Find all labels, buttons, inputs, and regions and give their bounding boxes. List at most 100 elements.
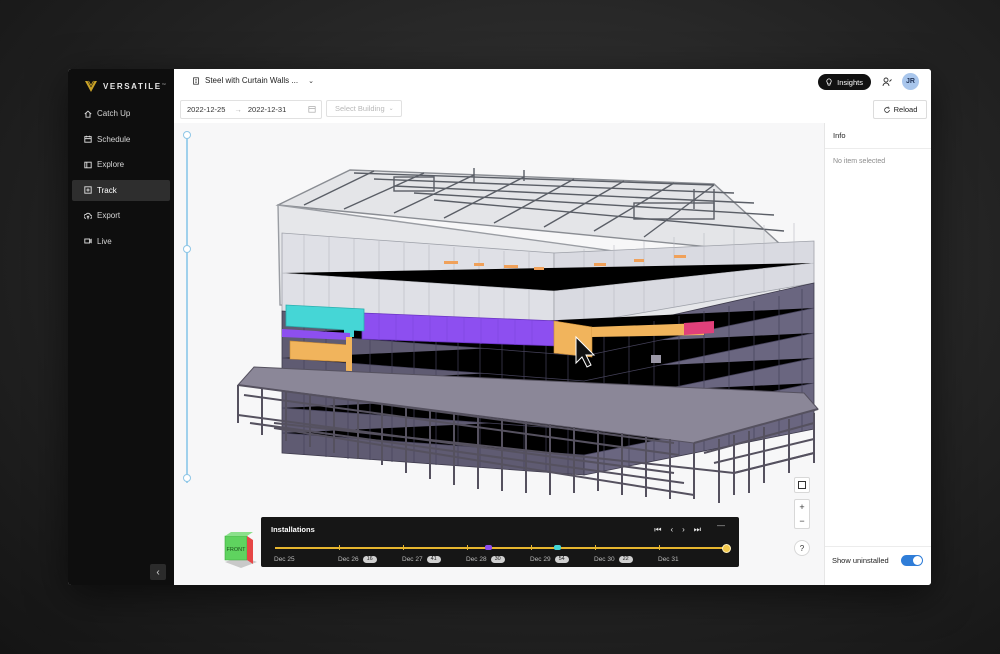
day-count-badge: 16 bbox=[362, 556, 377, 563]
track-icon bbox=[84, 186, 92, 194]
day-label[interactable]: Dec 30 22 bbox=[594, 556, 633, 563]
day-label[interactable]: Dec 28 30 bbox=[466, 556, 505, 563]
show-uninstalled-row: Show uninstalled bbox=[825, 546, 931, 571]
chevron-left-icon: ‹ bbox=[156, 566, 160, 578]
zoom-in-button[interactable]: + bbox=[794, 499, 810, 515]
day-date: Dec 28 bbox=[466, 556, 487, 563]
day-count-badge: 54 bbox=[554, 556, 569, 563]
sidebar-item-label: Track bbox=[97, 185, 117, 195]
day-date: Dec 25 bbox=[274, 556, 295, 563]
fit-view-icon bbox=[798, 481, 806, 489]
brand-logo[interactable]: VERSATILE ™ bbox=[84, 76, 166, 96]
sidebar-item-catch-up[interactable]: Catch Up bbox=[72, 103, 170, 124]
day-date: Dec 29 bbox=[530, 556, 551, 563]
day-date: Dec 26 bbox=[338, 556, 359, 563]
skip-forward-icon[interactable]: ⏭ bbox=[694, 525, 701, 535]
day-label[interactable]: Dec 31 bbox=[658, 556, 679, 563]
orange-installed-column[interactable] bbox=[346, 337, 352, 373]
chevron-left-icon[interactable]: ‹ bbox=[670, 525, 673, 535]
day-date: Dec 30 bbox=[594, 556, 615, 563]
sidebar-item-label: Catch Up bbox=[97, 109, 131, 118]
installations-panel: Installations — ⏮ ‹ › ⏭ Dec 25 Dec 26 16… bbox=[261, 517, 739, 567]
day-tick bbox=[659, 545, 660, 550]
day-tick bbox=[339, 545, 340, 550]
info-panel: Info No item selected Show uninstalled bbox=[824, 123, 931, 585]
plus-icon: + bbox=[799, 502, 805, 512]
building-select[interactable]: Select Building ⌄ bbox=[326, 100, 402, 117]
sidebar-collapse-button[interactable]: ‹ bbox=[150, 564, 166, 580]
installations-title: Installations bbox=[271, 525, 315, 534]
orange-installed-panel[interactable] bbox=[289, 340, 351, 363]
calendar-icon bbox=[308, 106, 316, 113]
project-name: Steel with Curtain Walls ... bbox=[205, 76, 299, 85]
avatar-initials: JR bbox=[906, 78, 915, 85]
chevron-right-icon[interactable]: › bbox=[682, 525, 685, 535]
project-selector[interactable]: Steel with Curtain Walls ... ⌄ bbox=[192, 76, 314, 85]
arrow-right-icon: → bbox=[234, 105, 242, 114]
gray-detail bbox=[651, 355, 661, 363]
reload-button[interactable]: Reload bbox=[873, 100, 927, 119]
start-date: 2022-12-25 bbox=[187, 105, 226, 114]
sidebar-item-label: Export bbox=[97, 211, 121, 220]
timeline-playhead[interactable] bbox=[722, 544, 731, 553]
sidebar-item-live[interactable]: Live bbox=[72, 231, 170, 252]
insights-label: Insights bbox=[837, 77, 863, 87]
day-count-badge: 41 bbox=[426, 556, 441, 563]
chevron-down-icon: ⌄ bbox=[388, 106, 394, 112]
zoom-out-button[interactable]: − bbox=[794, 514, 810, 529]
app-window: VERSATILE ™ Catch Up Schedule Explore Tr… bbox=[68, 69, 931, 585]
building-select-placeholder: Select Building bbox=[335, 104, 385, 113]
lightbulb-icon bbox=[826, 78, 832, 86]
chevron-down-icon: ⌄ bbox=[308, 77, 314, 85]
minimize-icon[interactable]: — bbox=[717, 521, 725, 530]
sidebar-item-explore[interactable]: Explore bbox=[72, 154, 170, 175]
cyan-installation-marker[interactable] bbox=[554, 545, 561, 550]
toolbar: 2022-12-25 → 2022-12-31 Select Building … bbox=[174, 95, 931, 123]
day-label[interactable]: Dec 29 54 bbox=[530, 556, 569, 563]
avatar[interactable]: JR bbox=[902, 73, 919, 90]
versatile-logo-icon bbox=[85, 80, 97, 92]
sidebar-item-label: Schedule bbox=[97, 134, 131, 144]
insights-button[interactable]: Insights bbox=[818, 74, 871, 90]
skip-back-icon[interactable]: ⏮ bbox=[654, 525, 661, 535]
reload-label: Reload bbox=[893, 105, 918, 114]
sidebar-nav: Catch Up Schedule Explore Track Export L… bbox=[72, 103, 170, 256]
toggle-knob bbox=[913, 556, 922, 565]
info-empty-text: No item selected bbox=[833, 158, 886, 165]
manage-users-icon[interactable] bbox=[882, 77, 892, 87]
sidebar-item-label: Explore bbox=[97, 160, 125, 169]
help-button[interactable]: ? bbox=[794, 540, 810, 556]
day-label[interactable]: Dec 26 16 bbox=[338, 556, 377, 563]
sidebar-item-track[interactable]: Track bbox=[72, 179, 170, 201]
divider bbox=[825, 148, 931, 149]
day-label[interactable]: Dec 25 bbox=[274, 556, 295, 563]
pink-installed-strip[interactable] bbox=[684, 321, 714, 335]
purple-installation-marker[interactable] bbox=[485, 545, 492, 550]
explore-icon bbox=[84, 161, 92, 168]
question-icon: ? bbox=[799, 543, 805, 553]
day-count-badge: 30 bbox=[490, 556, 505, 563]
day-tick bbox=[531, 545, 532, 550]
model-viewport[interactable]: + − ? FRONT Installations — ⏮ ‹ › ⏭ Dec … bbox=[174, 123, 824, 585]
sidebar-item-export[interactable]: Export bbox=[72, 205, 170, 226]
day-tick bbox=[403, 545, 404, 550]
brand-tm: ™ bbox=[161, 81, 166, 87]
video-icon bbox=[84, 238, 92, 244]
day-count-badge: 22 bbox=[618, 556, 633, 563]
day-date: Dec 27 bbox=[402, 556, 423, 563]
show-uninstalled-label: Show uninstalled bbox=[832, 556, 889, 565]
view-cube[interactable]: FRONT bbox=[221, 530, 261, 574]
show-uninstalled-toggle[interactable] bbox=[901, 555, 923, 566]
day-label[interactable]: Dec 27 41 bbox=[402, 556, 441, 563]
top-bar: Steel with Curtain Walls ... ⌄ Insights … bbox=[174, 69, 931, 96]
end-date: 2022-12-31 bbox=[247, 105, 287, 114]
date-range-picker[interactable]: 2022-12-25 → 2022-12-31 bbox=[180, 100, 322, 119]
sidebar: VERSATILE ™ Catch Up Schedule Explore Tr… bbox=[68, 69, 174, 585]
calendar-icon bbox=[84, 135, 92, 143]
playback-controls: ⏮ ‹ › ⏭ bbox=[654, 525, 701, 535]
sidebar-item-schedule[interactable]: Schedule bbox=[72, 129, 170, 150]
building-3d-model[interactable] bbox=[174, 123, 824, 585]
fit-view-button[interactable] bbox=[794, 477, 810, 493]
brand-name: VERSATILE bbox=[103, 81, 162, 91]
day-tick bbox=[467, 545, 468, 550]
